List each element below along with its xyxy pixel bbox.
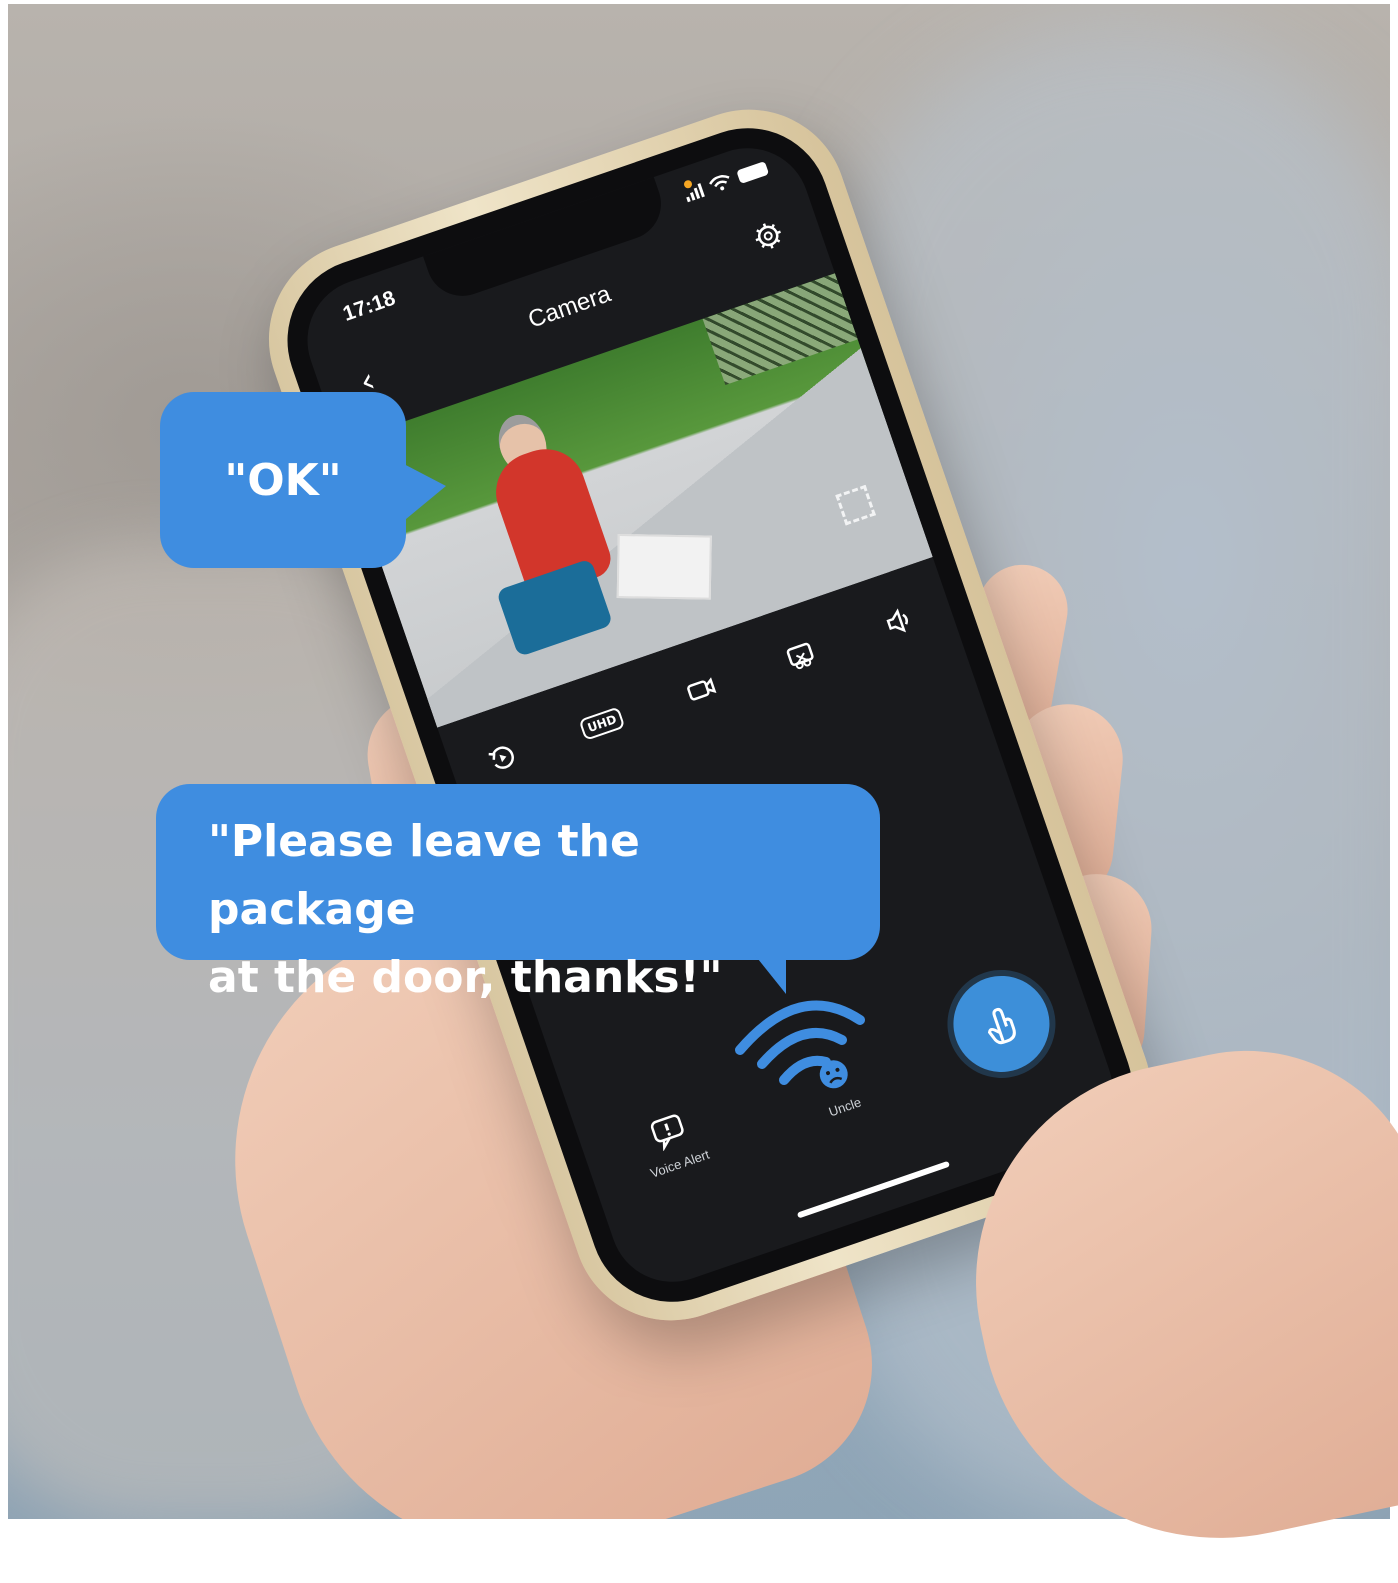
- playback-icon[interactable]: [480, 736, 526, 779]
- bubble-tail: [754, 954, 786, 994]
- status-icons: [683, 160, 770, 203]
- speech-bubble-message: "Please leave the package at the door, t…: [156, 784, 880, 1003]
- bubble-text-line: "Please leave the package: [208, 816, 640, 935]
- home-indicator: [796, 1160, 951, 1219]
- tab-voice-alert[interactable]: Voice Alert: [616, 1098, 730, 1186]
- status-time: 17:18: [340, 286, 399, 326]
- bubble-tail: [400, 462, 446, 524]
- delivery-bag: [495, 558, 614, 658]
- talk-hand-icon: [987, 1008, 1016, 1045]
- speaker-icon[interactable]: [876, 600, 922, 643]
- snapshot-icon[interactable]: [777, 634, 823, 677]
- package-box: [616, 534, 712, 600]
- wifi-icon: [709, 175, 730, 191]
- record-video-icon[interactable]: [678, 668, 724, 711]
- speech-bubble-ok: "OK": [160, 392, 446, 568]
- fullscreen-icon[interactable]: [835, 484, 876, 526]
- uhd-quality-button[interactable]: UHD: [578, 702, 626, 745]
- tab-talk[interactable]: [938, 962, 1067, 1095]
- fence: [702, 273, 858, 386]
- voice-alert-icon: [651, 1113, 684, 1152]
- battery-icon: [736, 161, 770, 185]
- signal-icon: [683, 183, 705, 203]
- bubble-text: "OK": [224, 454, 342, 506]
- push-to-talk-button[interactable]: [940, 963, 1063, 1086]
